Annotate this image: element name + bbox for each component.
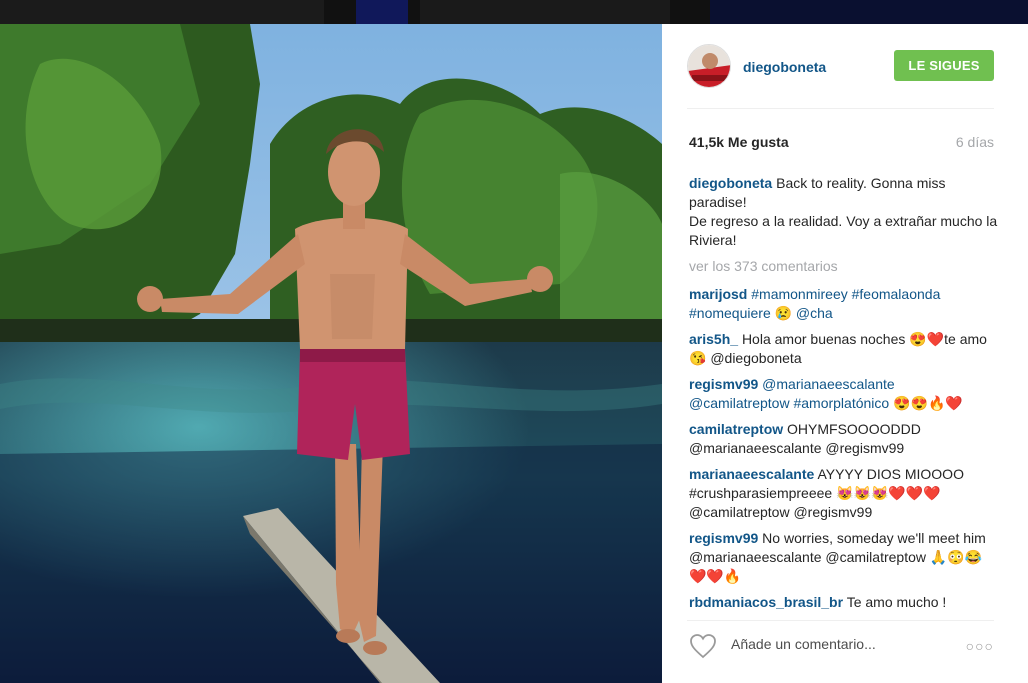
comment-username[interactable]: rbdmaniacos_brasil_br <box>689 594 843 610</box>
comment-list[interactable]: diegoboneta Back to reality. Gonna miss … <box>689 174 999 611</box>
post-modal: diegoboneta LE SIGUES 41,5k Me gusta 6 d… <box>0 24 1028 683</box>
comment-username[interactable]: regismv99 <box>689 376 758 392</box>
comment-item: rbdmaniacos_brasil_br Te amo mucho ! <box>689 593 999 611</box>
caption: diegoboneta Back to reality. Gonna miss … <box>689 174 999 250</box>
comment-username[interactable]: camilatreptow <box>689 421 783 437</box>
post-photo[interactable] <box>0 24 662 683</box>
comment-username[interactable]: marianaeescalante <box>689 466 814 482</box>
background-thumbnail <box>710 0 1028 24</box>
comment-item: regismv99 No worries, someday we'll meet… <box>689 529 999 586</box>
comment-item: camilatreptow OHYMFSOOOODDD @marianaeesc… <box>689 420 999 458</box>
comment-text: Te amo mucho ! <box>846 594 947 610</box>
likes-count[interactable]: 41,5k Me gusta <box>689 134 789 150</box>
background-thumbnail <box>420 0 670 24</box>
caption-line-2: De regreso a la realidad. Voy a extrañar… <box>689 213 998 248</box>
post-header: diegoboneta LE SIGUES <box>687 42 994 109</box>
likes-row: 41,5k Me gusta 6 días <box>687 132 994 154</box>
comment-item: regismv99 @marianaeescalante @camilatrep… <box>689 375 999 413</box>
post-side-panel: diegoboneta LE SIGUES 41,5k Me gusta 6 d… <box>662 24 1028 683</box>
comment-item: marijosd #mamonmireey #feomalaonda #nome… <box>689 285 999 323</box>
comment-item: aris5h_ Hola amor buenas noches 😍❤️te am… <box>689 330 999 368</box>
caption-username[interactable]: diegoboneta <box>689 175 772 191</box>
more-options-icon[interactable]: ○○○ <box>966 638 994 654</box>
add-comment-input[interactable]: Añade un comentario... <box>731 636 876 652</box>
follow-button[interactable]: LE SIGUES <box>894 50 994 81</box>
background-thumbnail <box>0 0 324 24</box>
username-link[interactable]: diegoboneta <box>743 59 826 75</box>
background-thumbnail <box>356 0 408 24</box>
avatar[interactable] <box>687 44 731 88</box>
heart-icon[interactable] <box>689 633 717 659</box>
comment-username[interactable]: marijosd <box>689 286 747 302</box>
comment-footer: Añade un comentario... ○○○ <box>687 620 994 668</box>
comment-item: marianaeescalante AYYYY DIOS MIOOOO #cru… <box>689 465 999 522</box>
post-time[interactable]: 6 días <box>956 134 994 150</box>
comment-username[interactable]: aris5h_ <box>689 331 738 347</box>
comment-username[interactable]: regismv99 <box>689 530 758 546</box>
view-all-comments-link[interactable]: ver los 373 comentarios <box>689 257 999 276</box>
